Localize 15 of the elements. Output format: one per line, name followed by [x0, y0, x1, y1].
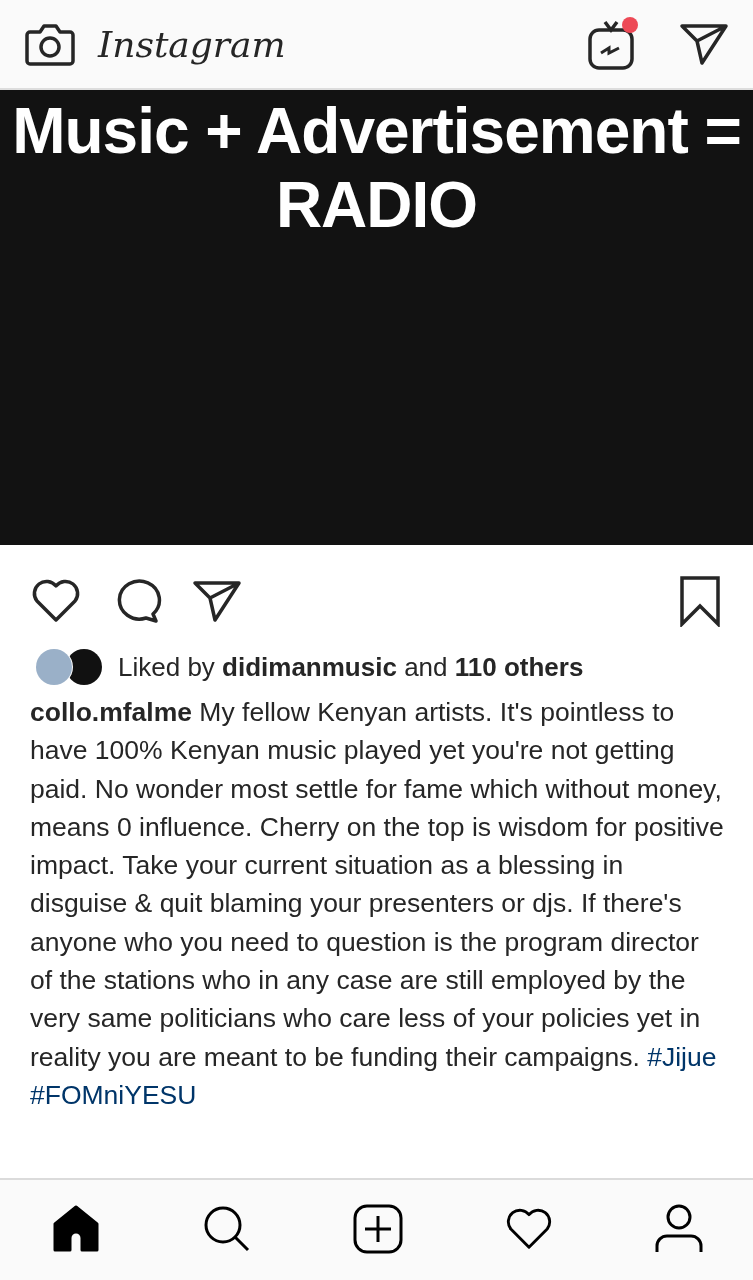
profile-icon	[654, 1203, 703, 1254]
post-caption: collo.mfalme My fellow Kenyan artists. It's pointless to have 100% Kenyan music played yet you're not getting paid. No wonder most settle for fame which without money, means 0 influence. Cherry on the top is wisdom for positive impact. Take your current situation as a blessing in disguise & quit blaming your presenters or djs. If there's anyone who you need to question is the program director of the stations who in any case are still employed by the very same politicians who care less of your policies yet in reality you are meant to be funding their campaigns. #Jijue #FOMniYESU	[29, 696, 725, 1112]
bookmark-icon[interactable]	[679, 575, 721, 627]
image-text: RADIO	[275, 168, 478, 242]
send-icon[interactable]	[192, 579, 242, 623]
username-link[interactable]: collo.mfalme	[30, 697, 192, 727]
add-icon	[352, 1203, 403, 1254]
heart-icon[interactable]	[30, 578, 82, 624]
image-text: Music + Advertisement =	[12, 94, 741, 168]
app-logo: Instagram	[98, 23, 286, 65]
send-icon[interactable]	[679, 22, 729, 66]
hashtag-link[interactable]: #FOMniYESU	[30, 1079, 197, 1110]
likes-text: Liked by didimanmusic and 110 others	[118, 651, 584, 683]
tv-icon[interactable]	[587, 16, 639, 72]
hashtag-link[interactable]: #Jijue	[647, 1041, 717, 1072]
